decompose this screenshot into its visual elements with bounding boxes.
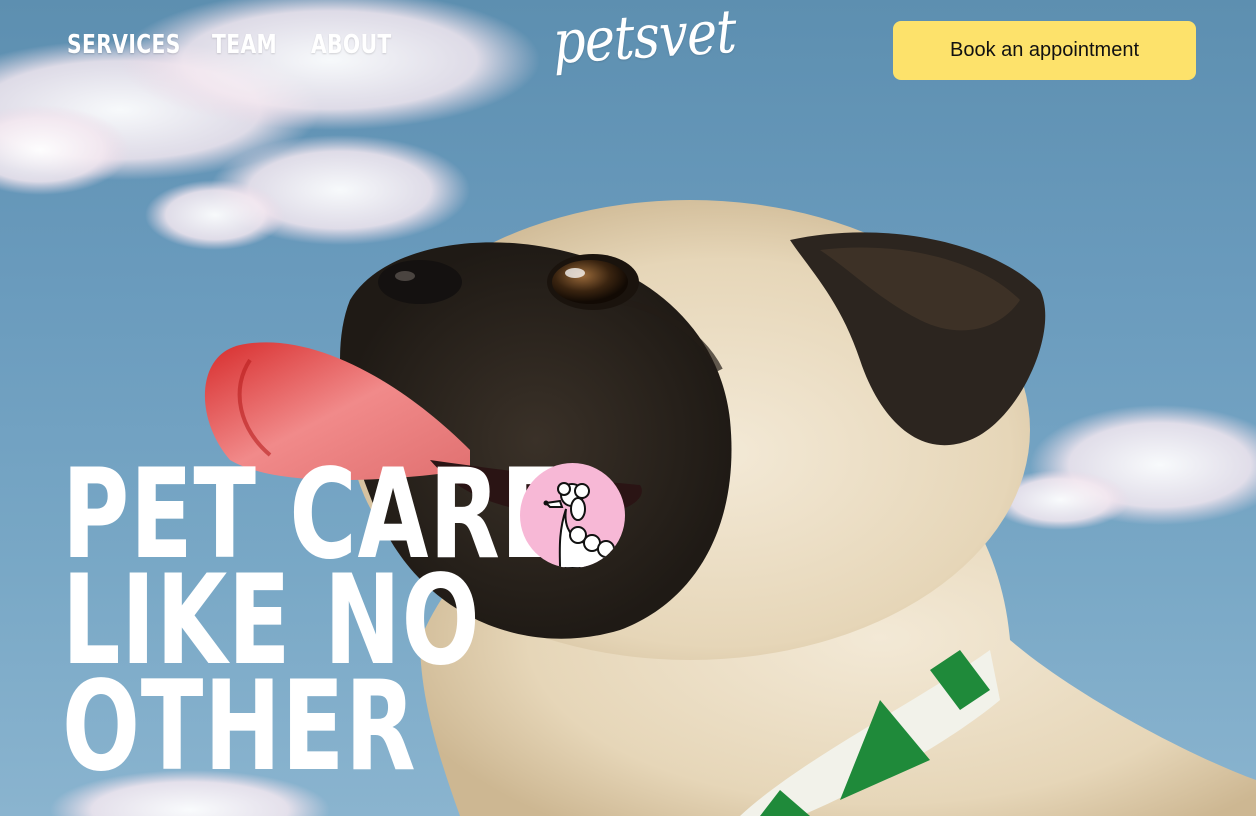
nav-link-team[interactable]: TEAM — [212, 30, 277, 60]
headline-line-3: OTHER — [62, 655, 417, 799]
hero-section: SERVICES TEAM ABOUT petsvet Book an appo… — [0, 0, 1256, 816]
poodle-icon — [543, 482, 625, 568]
nav-link-about[interactable]: ABOUT — [311, 30, 392, 60]
poodle-badge — [520, 463, 625, 568]
hero-headline: PET CARE LIKE NO OTHER — [62, 453, 564, 799]
site-logo[interactable]: petsvet — [551, 0, 737, 78]
cloud-right — [990, 405, 1256, 530]
nav-link-services[interactable]: SERVICES — [67, 30, 181, 60]
book-appointment-button[interactable]: Book an appointment — [893, 21, 1196, 80]
